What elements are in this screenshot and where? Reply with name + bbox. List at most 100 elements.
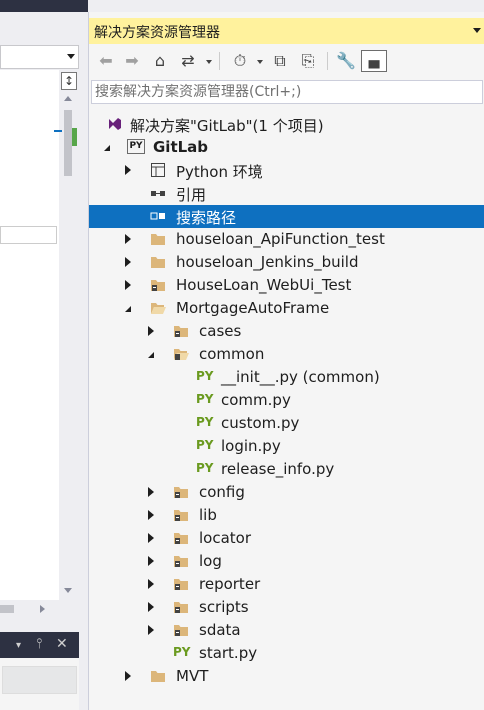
close-icon[interactable]: ✕ — [56, 636, 68, 652]
tree-item-cases[interactable]: cases — [89, 320, 484, 343]
tree-item-file[interactable]: PY start.py — [89, 642, 484, 665]
bottom-panel-header: ▾ ⫯ ✕ — [0, 632, 79, 658]
package-folder-icon — [174, 533, 188, 544]
expand-icon[interactable] — [148, 326, 154, 336]
collapse-icon[interactable] — [125, 306, 131, 312]
expand-icon[interactable] — [148, 602, 154, 612]
python-file-icon: PY — [196, 461, 214, 475]
package-folder-open-icon — [174, 349, 189, 360]
tree-item-label: HouseLoan_WebUi_Test — [176, 276, 352, 294]
tree-item-folder[interactable]: houseloan_Jenkins_build — [89, 251, 484, 274]
tree-item-subfolder[interactable]: locator — [89, 527, 484, 550]
properties-icon[interactable]: 🔧 — [335, 50, 357, 72]
left-editor-panel: ↕ ▾ ⫯ ✕ — [0, 0, 88, 710]
sync-view-icon[interactable]: ⇄ — [177, 50, 199, 72]
tree-item-label: cases — [199, 322, 242, 340]
tree-item-label: 搜索路径 — [176, 209, 237, 227]
tree-item-label: release_info.py — [221, 460, 335, 478]
scroll-up-icon[interactable] — [64, 96, 72, 101]
tree-item-project[interactable]: PY GitLab — [89, 136, 484, 159]
home-icon[interactable]: ⌂ — [149, 50, 171, 72]
tree-item-folder[interactable]: HouseLoan_WebUi_Test — [89, 274, 484, 297]
tree-item-mortgage[interactable]: MortgageAutoFrame — [89, 297, 484, 320]
tree-item-file[interactable]: PY release_info.py — [89, 458, 484, 481]
tree-item-mvt[interactable]: MVT — [89, 665, 484, 688]
panel-menu-icon[interactable]: ▾ — [16, 640, 21, 651]
tree-item-label: houseloan_ApiFunction_test — [176, 230, 385, 248]
collapse-all-icon[interactable]: ⧉ — [269, 50, 291, 72]
expand-icon[interactable] — [125, 257, 131, 267]
collapse-icon[interactable] — [148, 352, 154, 358]
search-paths-icon — [150, 212, 165, 220]
package-folder-icon — [174, 579, 188, 590]
scroll-down-icon[interactable] — [64, 588, 72, 593]
explorer-toolbar: ⬅ ➡ ⌂ ⇄ ⏱ ⧉ ⎘ 🔧 ▄ — [89, 46, 484, 76]
member-dropdown[interactable] — [0, 45, 79, 69]
bottom-panel-body — [0, 658, 79, 710]
tree-item-subfolder[interactable]: config — [89, 481, 484, 504]
pin-icon[interactable]: ⫯ — [36, 636, 42, 652]
tree-item-python-env[interactable]: Python 环境 — [89, 159, 484, 182]
tree-item-label: locator — [199, 529, 252, 547]
tree-item-subfolder[interactable]: lib — [89, 504, 484, 527]
folder-icon — [151, 257, 165, 268]
tree-item-file[interactable]: PY __init__.py (common) — [89, 366, 484, 389]
folder-icon — [151, 234, 165, 245]
chevron-down-icon[interactable] — [67, 54, 75, 59]
scroll-right-icon[interactable] — [40, 605, 45, 613]
tree-item-references[interactable]: 引用 — [89, 182, 484, 205]
folder-icon — [151, 671, 165, 682]
tree-item-subfolder[interactable]: scripts — [89, 596, 484, 619]
editor-input-fragment[interactable] — [0, 226, 57, 244]
tree-item-label: start.py — [199, 644, 258, 662]
code-editor[interactable] — [0, 70, 60, 600]
toolbar-separator — [219, 52, 220, 70]
tree-item-file[interactable]: PY login.py — [89, 435, 484, 458]
expand-icon[interactable] — [148, 625, 154, 635]
show-all-files-icon[interactable]: ⎘ — [297, 50, 319, 72]
preview-icon[interactable]: ▄ — [361, 50, 387, 72]
back-icon[interactable]: ⬅ — [95, 50, 117, 72]
tree-item-search-paths[interactable]: 搜索路径 — [89, 205, 484, 228]
forward-icon[interactable]: ➡ — [121, 50, 143, 72]
tree-item-file[interactable]: PY custom.py — [89, 412, 484, 435]
chevron-down-icon[interactable] — [473, 28, 481, 33]
tree-item-solution[interactable]: 解决方案"GitLab"(1 个项目) — [89, 113, 484, 136]
expand-icon[interactable] — [148, 533, 154, 543]
expand-icon[interactable] — [125, 165, 131, 175]
expand-icon[interactable] — [148, 487, 154, 497]
horizontal-scrollbar[interactable] — [0, 600, 79, 618]
pending-changes-icon[interactable]: ⏱ — [229, 50, 251, 72]
pending-dropdown-icon[interactable] — [257, 60, 263, 64]
explorer-search[interactable] — [91, 80, 483, 104]
tree-item-label: MVT — [176, 667, 209, 685]
expand-icon[interactable] — [125, 234, 131, 244]
tree-item-subfolder[interactable]: log — [89, 550, 484, 573]
tree-item-folder[interactable]: houseloan_ApiFunction_test — [89, 228, 484, 251]
tree-item-subfolder[interactable]: reporter — [89, 573, 484, 596]
expand-icon[interactable] — [148, 579, 154, 589]
package-folder-icon — [174, 625, 188, 636]
search-input[interactable] — [95, 82, 475, 102]
tree-item-common[interactable]: common — [89, 343, 484, 366]
sync-dropdown-icon[interactable] — [206, 60, 212, 64]
split-editor-icon[interactable]: ↕ — [61, 72, 77, 90]
package-folder-icon — [174, 510, 188, 521]
python-file-icon: PY — [196, 369, 214, 383]
package-folder-icon — [174, 487, 188, 498]
tree-item-label: 引用 — [176, 186, 207, 204]
vertical-scroll-thumb[interactable] — [64, 110, 72, 176]
expand-icon[interactable] — [125, 671, 131, 681]
expand-icon[interactable] — [148, 556, 154, 566]
python-project-icon: PY — [127, 139, 145, 154]
tree-item-file[interactable]: PY comm.py — [89, 389, 484, 412]
tree-item-label: 解决方案"GitLab"(1 个项目) — [130, 117, 324, 135]
collapse-icon[interactable] — [104, 145, 110, 151]
horizontal-scroll-thumb[interactable] — [0, 605, 14, 613]
tree-item-label: scripts — [199, 598, 249, 616]
tree-item-subfolder[interactable]: sdata — [89, 619, 484, 642]
python-file-icon: PY — [173, 645, 191, 659]
package-folder-icon — [174, 326, 188, 337]
expand-icon[interactable] — [125, 280, 131, 290]
expand-icon[interactable] — [148, 510, 154, 520]
